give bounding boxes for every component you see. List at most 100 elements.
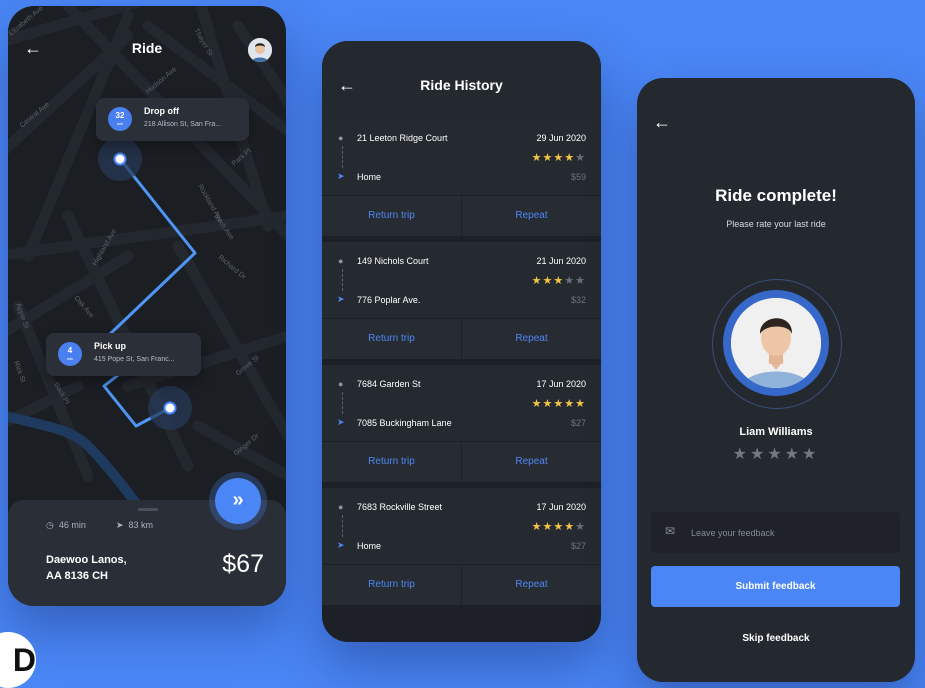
star-icon: ★ [553, 275, 565, 287]
trip-origin: 149 Nichols Court [357, 256, 429, 266]
return-trip-button[interactable]: Return trip [322, 565, 462, 605]
trip-rating: ★★★★★ [532, 397, 586, 410]
repeat-button[interactable]: Repeat [462, 319, 601, 359]
car-plate: AA 8136 CH [46, 570, 108, 582]
star-icon: ★ [553, 398, 565, 410]
pickup-label: Pick up [94, 341, 127, 351]
navigation-icon: ➤ [337, 417, 345, 427]
map-header: ← Ride [8, 6, 286, 90]
dropoff-callout[interactable]: 32 min Drop off 218 Allison St, San Fra.… [96, 98, 249, 141]
eta-unit: min [66, 356, 74, 361]
trip-cost: $27 [570, 541, 586, 551]
eta-badge: 4 min [58, 342, 82, 366]
trip-date: 17 Jun 2020 [536, 502, 586, 512]
clock-icon: ◷ [46, 520, 54, 530]
navigation-icon: ➤ [337, 294, 345, 304]
star-icon: ★ [542, 398, 554, 410]
star-icon: ★ [575, 398, 586, 410]
star-icon: ★ [553, 521, 565, 533]
star-icon[interactable]: ★ [785, 446, 802, 463]
trip-actions: Return trip Repeat [322, 196, 601, 236]
rating-stars[interactable]: ★★★★★ [637, 444, 915, 464]
eta-badge: 32 min [108, 107, 132, 131]
trip-destination: 776 Poplar Ave. [357, 295, 421, 305]
page-subtitle: Please rate your last ride [726, 219, 826, 229]
trip-details[interactable]: ● ➤ 149 Nichols Court 776 Poplar Ave. 21 Jun… [322, 242, 601, 318]
star-icon[interactable]: ★ [750, 446, 767, 463]
star-icon: ★ [531, 275, 543, 287]
trip-actions: Return trip Repeat [322, 319, 601, 359]
trip-destination: Home [357, 172, 382, 182]
star-icon: ★ [542, 152, 554, 164]
trip-origin: 21 Leeton Ridge Court [357, 133, 448, 143]
duration: ◷ 46 min [46, 520, 86, 531]
trip-cost: $32 [570, 295, 586, 305]
repeat-button[interactable]: Repeat [462, 442, 601, 482]
eta-minutes: 32 [115, 111, 125, 120]
star-icon: ★ [564, 275, 576, 287]
star-icon[interactable]: ★ [802, 446, 819, 463]
ride-map-screen: Elizabeth Ave Central Ave Hudson Ave Tha… [8, 6, 286, 606]
feedback-input[interactable] [689, 522, 893, 544]
star-icon: ★ [575, 521, 586, 533]
star-icon: ★ [575, 275, 586, 287]
return-trip-button[interactable]: Return trip [322, 442, 462, 482]
repeat-button[interactable]: Repeat [462, 196, 601, 236]
pickup-callout[interactable]: 4 min Pick up 415 Pope St, San Franc... [46, 333, 201, 376]
envelope-icon: ✉ [665, 524, 676, 538]
driver-name: Liam Williams [739, 426, 813, 438]
star-icon: ★ [553, 152, 565, 164]
submit-feedback-button[interactable]: Submit feedback [651, 566, 900, 607]
distance-value: 83 km [128, 520, 154, 530]
navigation-icon: ➤ [337, 540, 345, 550]
feedback-field[interactable]: ✉ [651, 512, 900, 553]
distance: ➤ 83 km [116, 520, 153, 531]
repeat-button[interactable]: Repeat [462, 565, 601, 605]
drag-handle[interactable] [138, 508, 158, 511]
trip-destination: 7085 Buckingham Lane [357, 418, 452, 428]
ride-price: $67 [222, 550, 264, 578]
driver-avatar [731, 298, 821, 388]
eta-minutes: 4 [67, 346, 73, 355]
star-icon: ★ [542, 521, 554, 533]
car-model: Daewoo Lanos, [46, 554, 127, 566]
trip-card: ● ➤ 21 Leeton Ridge Court Home 29 Jun 2020 ★★… [322, 119, 601, 236]
location-pin-icon: ● [338, 256, 344, 266]
star-icon[interactable]: ★ [733, 446, 750, 463]
arrow-left-icon[interactable]: ← [653, 112, 671, 133]
page-title: Ride [131, 40, 163, 56]
avatar[interactable] [248, 38, 272, 62]
trip-details[interactable]: ● ➤ 7684 Garden St 7085 Buckingham Lane 17 J… [322, 365, 601, 441]
street-label: Oak Ave [72, 295, 94, 320]
trip-rating: ★★★★★ [532, 274, 586, 287]
skip-feedback-button[interactable]: Skip feedback [637, 633, 915, 644]
page-title: Ride History [420, 77, 503, 93]
trip-destination: Home [357, 541, 382, 551]
star-icon[interactable]: ★ [767, 446, 784, 463]
trip-origin: 7683 Rockville Street [357, 502, 443, 512]
trip-date: 29 Jun 2020 [536, 133, 586, 143]
navigation-icon: ➤ [337, 171, 345, 181]
trip-actions: Return trip Repeat [322, 565, 601, 605]
car-info: Daewoo Lanos, AA 8136 CH [46, 552, 127, 584]
ride-complete-screen: ← Ride complete! Please rate your last r… [637, 78, 915, 682]
route-connector [342, 392, 343, 414]
trip-card: ● ➤ 7684 Garden St 7085 Buckingham Lane 17 J… [322, 365, 601, 482]
trip-rating: ★★★★★ [532, 520, 586, 533]
trip-card: ● ➤ 149 Nichols Court 776 Poplar Ave. 21 Jun… [322, 242, 601, 359]
eta-unit: min [116, 121, 124, 126]
trip-details[interactable]: ● ➤ 21 Leeton Ridge Court Home 29 Jun 2020 ★★… [322, 119, 601, 195]
trip-date: 21 Jun 2020 [536, 256, 586, 266]
star-icon: ★ [564, 398, 576, 410]
page-title: Ride complete! [715, 186, 837, 205]
history-header: ← Ride History [322, 41, 601, 119]
return-trip-button[interactable]: Return trip [322, 319, 462, 359]
street-label: Richard Dr [217, 254, 248, 281]
star-icon: ★ [564, 521, 576, 533]
ride-history-screen: ← Ride History ● ➤ 21 Leeton Ridge Court Ho… [322, 41, 601, 642]
trip-details[interactable]: ● ➤ 7683 Rockville Street Home 17 Jun 2020 ★★… [322, 488, 601, 564]
star-icon: ★ [531, 398, 543, 410]
double-chevron-right-icon[interactable]: » [215, 478, 261, 524]
return-trip-button[interactable]: Return trip [322, 196, 462, 236]
trip-actions: Return trip Repeat [322, 442, 601, 482]
